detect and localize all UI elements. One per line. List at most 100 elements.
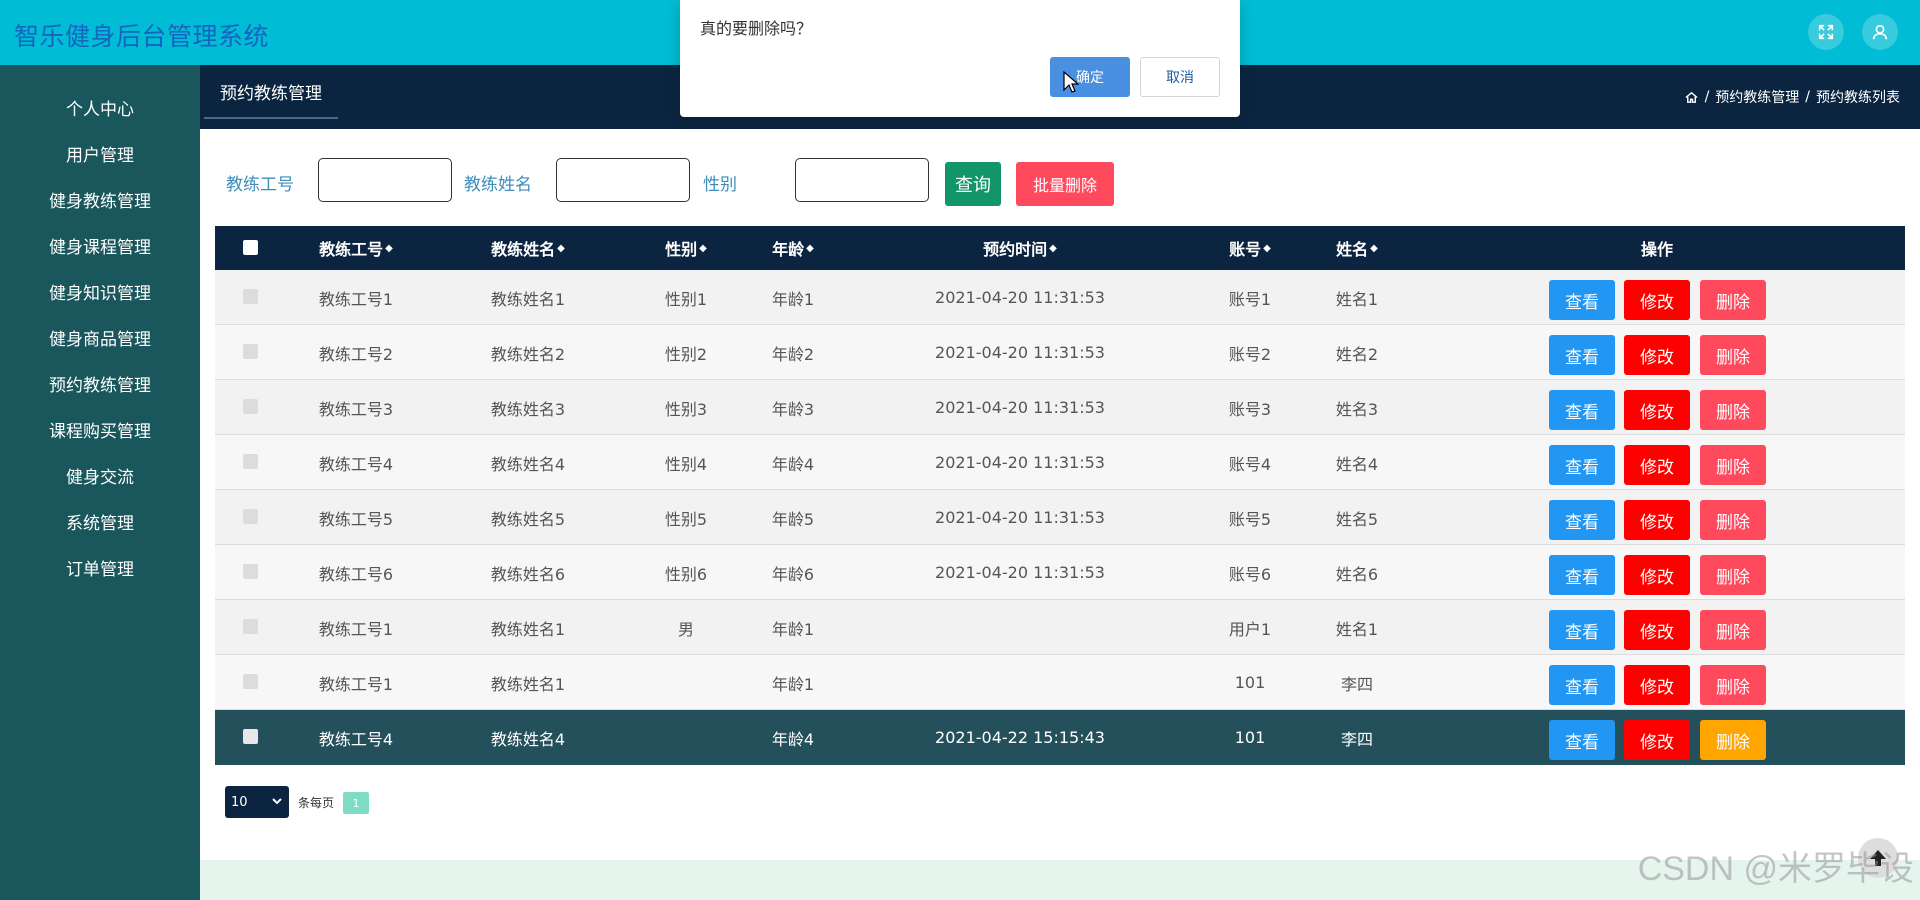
cell-age: 年龄3	[771, 399, 815, 419]
header-age[interactable]: 年龄 ◆	[772, 226, 814, 270]
cell-name: 李四	[1340, 674, 1374, 694]
delete-button[interactable]: 删除	[1700, 280, 1766, 320]
delete-button[interactable]: 删除	[1700, 555, 1766, 595]
header-name[interactable]: 姓名 ◆	[1336, 226, 1378, 270]
delete-button[interactable]: 删除	[1700, 500, 1766, 540]
cell-gender: 性别5	[664, 509, 708, 529]
coach-id-label: 教练工号	[226, 175, 294, 195]
edit-button[interactable]: 修改	[1624, 720, 1690, 760]
edit-button[interactable]: 修改	[1624, 555, 1690, 595]
view-button[interactable]: 查看	[1549, 335, 1615, 375]
select-all-checkbox[interactable]	[243, 240, 258, 255]
header-account[interactable]: 账号 ◆	[1229, 226, 1271, 270]
cell-age: 年龄1	[771, 289, 815, 309]
coach-id-input[interactable]	[318, 158, 452, 202]
edit-button[interactable]: 修改	[1624, 445, 1690, 485]
cell-age: 年龄2	[771, 344, 815, 364]
header-coach-name[interactable]: 教练姓名 ◆	[491, 226, 565, 270]
mouse-cursor-icon	[1063, 71, 1079, 93]
view-button[interactable]: 查看	[1549, 390, 1615, 430]
row-checkbox[interactable]	[243, 564, 258, 579]
table-row: 教练工号3 教练姓名3 性别3 年龄3 2021-04-20 11:31:53 账号3 姓名…	[215, 380, 1905, 435]
view-button[interactable]: 查看	[1549, 720, 1615, 760]
cell-coach-name: 教练姓名4	[490, 729, 566, 749]
confirm-button[interactable]: 确定	[1050, 57, 1130, 97]
sidebar-item-system-management[interactable]: 系统管理	[0, 499, 200, 543]
cell-coach-id: 教练工号2	[318, 344, 394, 364]
gender-input[interactable]	[795, 158, 929, 202]
header-gender[interactable]: 性别 ◆	[665, 226, 707, 270]
sidebar-item-user-management[interactable]: 用户管理	[0, 131, 200, 175]
cell-name: 姓名1	[1335, 289, 1379, 309]
dialog-message: 真的要删除吗？	[700, 19, 813, 38]
cell-booking-time: 2021-04-20 11:31:53	[935, 288, 1105, 307]
home-icon[interactable]	[1684, 90, 1699, 105]
fullscreen-icon[interactable]	[1808, 14, 1844, 50]
view-button[interactable]: 查看	[1549, 500, 1615, 540]
row-checkbox[interactable]	[243, 344, 258, 359]
cell-gender: 性别2	[664, 344, 708, 364]
row-checkbox[interactable]	[243, 454, 258, 469]
sidebar-item-fitness-exchange[interactable]: 健身交流	[0, 453, 200, 497]
breadcrumb-level-1[interactable]: 预约教练管理	[1715, 87, 1799, 107]
delete-button[interactable]: 删除	[1700, 665, 1766, 705]
header-booking-time[interactable]: 预约时间 ◆	[983, 226, 1057, 270]
table-row: 教练工号1 教练姓名1 年龄1 101 李四 查看 修改 删除	[215, 655, 1905, 710]
tab-booking-coach[interactable]: 预约教练管理	[204, 65, 338, 119]
cell-account: 101	[1234, 673, 1266, 692]
sidebar-item-order-management[interactable]: 订单管理	[0, 545, 200, 589]
cell-account: 账号1	[1228, 289, 1272, 309]
sidebar-item-course-management[interactable]: 健身课程管理	[0, 223, 200, 267]
row-checkbox[interactable]	[243, 399, 258, 414]
view-button[interactable]: 查看	[1549, 665, 1615, 705]
coach-name-input[interactable]	[556, 158, 690, 202]
cell-age: 年龄4	[771, 454, 815, 474]
cell-coach-id: 教练工号1	[318, 674, 394, 694]
cell-coach-name: 教练姓名2	[490, 344, 566, 364]
view-button[interactable]: 查看	[1549, 610, 1615, 650]
sidebar-item-knowledge-management[interactable]: 健身知识管理	[0, 269, 200, 313]
edit-button[interactable]: 修改	[1624, 280, 1690, 320]
header-coach-id[interactable]: 教练工号 ◆	[319, 226, 393, 270]
view-button[interactable]: 查看	[1549, 280, 1615, 320]
row-checkbox[interactable]	[243, 619, 258, 634]
row-checkbox[interactable]	[243, 729, 258, 744]
cell-name: 李四	[1340, 729, 1374, 749]
sidebar-item-booking-management[interactable]: 预约教练管理	[0, 361, 200, 405]
cell-booking-time: 2021-04-22 15:15:43	[935, 728, 1105, 747]
edit-button[interactable]: 修改	[1624, 610, 1690, 650]
delete-button[interactable]: 删除	[1700, 720, 1766, 760]
sidebar-item-product-management[interactable]: 健身商品管理	[0, 315, 200, 359]
cancel-button[interactable]: 取消	[1140, 57, 1220, 97]
edit-button[interactable]: 修改	[1624, 390, 1690, 430]
view-button[interactable]: 查看	[1549, 555, 1615, 595]
delete-button[interactable]: 删除	[1700, 335, 1766, 375]
cell-age: 年龄6	[771, 564, 815, 584]
sidebar-item-coach-management[interactable]: 健身教练管理	[0, 177, 200, 221]
query-button[interactable]: 查询	[945, 162, 1001, 206]
row-checkbox[interactable]	[243, 674, 258, 689]
delete-button[interactable]: 删除	[1700, 610, 1766, 650]
row-checkbox[interactable]	[243, 509, 258, 524]
table-header: 教练工号 ◆ 教练姓名 ◆ 性别 ◆ 年龄 ◆ 预约时间 ◆ 账号 ◆ 姓名 ◆ 操作	[215, 226, 1905, 270]
user-icon[interactable]	[1862, 14, 1898, 50]
page-number-button[interactable]: 1	[343, 792, 369, 814]
cell-gender: 性别4	[664, 454, 708, 474]
page-size-select[interactable]: 10	[225, 786, 289, 818]
cell-coach-id: 教练工号1	[318, 619, 394, 639]
row-checkbox[interactable]	[243, 289, 258, 304]
batch-delete-button[interactable]: 批量删除	[1016, 162, 1114, 206]
edit-button[interactable]: 修改	[1624, 335, 1690, 375]
sidebar-item-personal-center[interactable]: 个人中心	[0, 85, 200, 129]
cell-name: 姓名2	[1335, 344, 1379, 364]
cell-coach-name: 教练姓名3	[490, 399, 566, 419]
view-button[interactable]: 查看	[1549, 445, 1615, 485]
cell-age: 年龄1	[771, 674, 815, 694]
delete-button[interactable]: 删除	[1700, 390, 1766, 430]
table-row: 教练工号2 教练姓名2 性别2 年龄2 2021-04-20 11:31:53 账号2 姓名…	[215, 325, 1905, 380]
edit-button[interactable]: 修改	[1624, 500, 1690, 540]
delete-button[interactable]: 删除	[1700, 445, 1766, 485]
cell-coach-name: 教练姓名1	[490, 674, 566, 694]
edit-button[interactable]: 修改	[1624, 665, 1690, 705]
sidebar-item-course-purchase[interactable]: 课程购买管理	[0, 407, 200, 451]
